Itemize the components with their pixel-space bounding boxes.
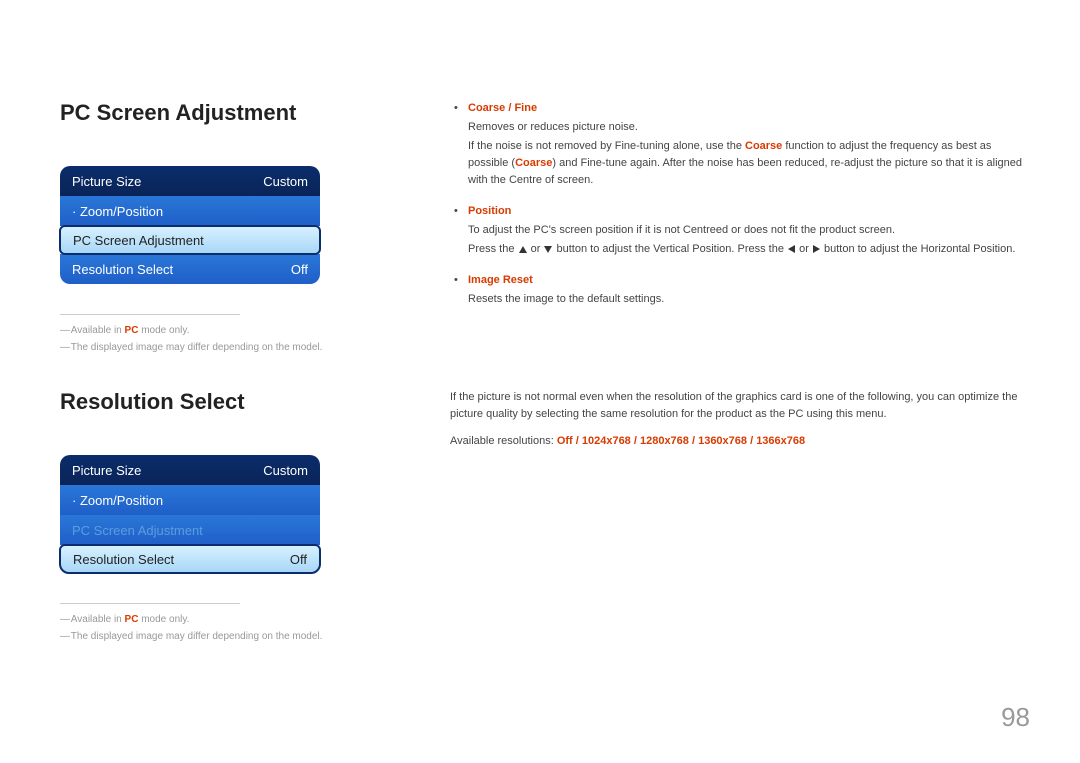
page-number: 98 [1001, 702, 1030, 733]
bullet-text: Press the or button to adjust the Vertic… [468, 241, 1030, 258]
bullet-list-pc-screen: Coarse / Fine Removes or reduces picture… [450, 100, 1030, 308]
menu-label: PC Screen Adjustment [73, 233, 204, 248]
arrow-right-icon [813, 245, 820, 253]
bullet-text: To adjust the PC's screen position if it… [468, 222, 1030, 239]
menu-row-zoom-position: Zoom/Position [60, 485, 320, 515]
menu-value: Custom [263, 463, 308, 478]
arrow-down-icon [544, 246, 552, 253]
bullet-title: Image Reset [468, 272, 1030, 289]
menu-row-resolution-select: Resolution Select Off [59, 544, 321, 574]
footnote-image-differ: The displayed image may differ depending… [60, 342, 380, 353]
left-column-1: PC Screen Adjustment Picture Size Custom… [60, 100, 380, 359]
menu-row-zoom-position: Zoom/Position [60, 196, 320, 226]
bullet-text: If the noise is not removed by Fine-tuni… [468, 138, 1030, 189]
right-column-1: Coarse / Fine Removes or reduces picture… [450, 100, 1030, 359]
section-pc-screen-adjustment: PC Screen Adjustment Picture Size Custom… [60, 100, 1030, 359]
bullet-text: Removes or reduces picture noise. [468, 119, 1030, 136]
menu-value: Off [291, 262, 308, 277]
heading-pc-screen-adjustment: PC Screen Adjustment [60, 100, 380, 126]
menu-label: Zoom/Position [72, 493, 163, 508]
arrow-left-icon [788, 245, 795, 253]
menu-value: Off [290, 552, 307, 567]
right-column-2: If the picture is not normal even when t… [450, 389, 1030, 648]
menu-row-pc-screen-adjustment: PC Screen Adjustment [60, 515, 320, 545]
menu-label: Zoom/Position [72, 204, 163, 219]
arrow-up-icon [519, 246, 527, 253]
bullet-image-reset: Image Reset Resets the image to the defa… [450, 272, 1030, 308]
menu-value: Custom [263, 174, 308, 189]
menu-label: PC Screen Adjustment [72, 523, 203, 538]
footnote-pc-mode: Available in PC mode only. [60, 614, 380, 625]
menu-row-pc-screen-adjustment: PC Screen Adjustment [59, 225, 321, 255]
bullet-text: Resets the image to the default settings… [468, 291, 1030, 308]
menu-label: Picture Size [72, 174, 141, 189]
menu-label: Resolution Select [72, 262, 173, 277]
resolution-intro: If the picture is not normal even when t… [450, 389, 1030, 423]
resolution-available: Available resolutions: Off / 1024x768 / … [450, 433, 1030, 450]
menu-row-resolution-select: Resolution Select Off [60, 254, 320, 284]
menu-resolution-select: Picture Size Custom Zoom/Position PC Scr… [60, 455, 320, 574]
menu-label: Resolution Select [73, 552, 174, 567]
footnote-image-differ: The displayed image may differ depending… [60, 631, 380, 642]
bullet-coarse-fine: Coarse / Fine Removes or reduces picture… [450, 100, 1030, 189]
bullet-title: Coarse / Fine [468, 100, 1030, 117]
section-resolution-select: Resolution Select Picture Size Custom Zo… [60, 389, 1030, 648]
bullet-position: Position To adjust the PC's screen posit… [450, 203, 1030, 258]
heading-resolution-select: Resolution Select [60, 389, 380, 415]
bullet-title: Position [468, 203, 1030, 220]
menu-label: Picture Size [72, 463, 141, 478]
menu-pc-screen: Picture Size Custom Zoom/Position PC Scr… [60, 166, 320, 284]
left-column-2: Resolution Select Picture Size Custom Zo… [60, 389, 380, 648]
menu-row-picture-size: Picture Size Custom [60, 455, 320, 485]
menu-row-picture-size: Picture Size Custom [60, 166, 320, 196]
footnote-pc-mode: Available in PC mode only. [60, 325, 380, 336]
divider [60, 603, 240, 604]
divider [60, 314, 240, 315]
